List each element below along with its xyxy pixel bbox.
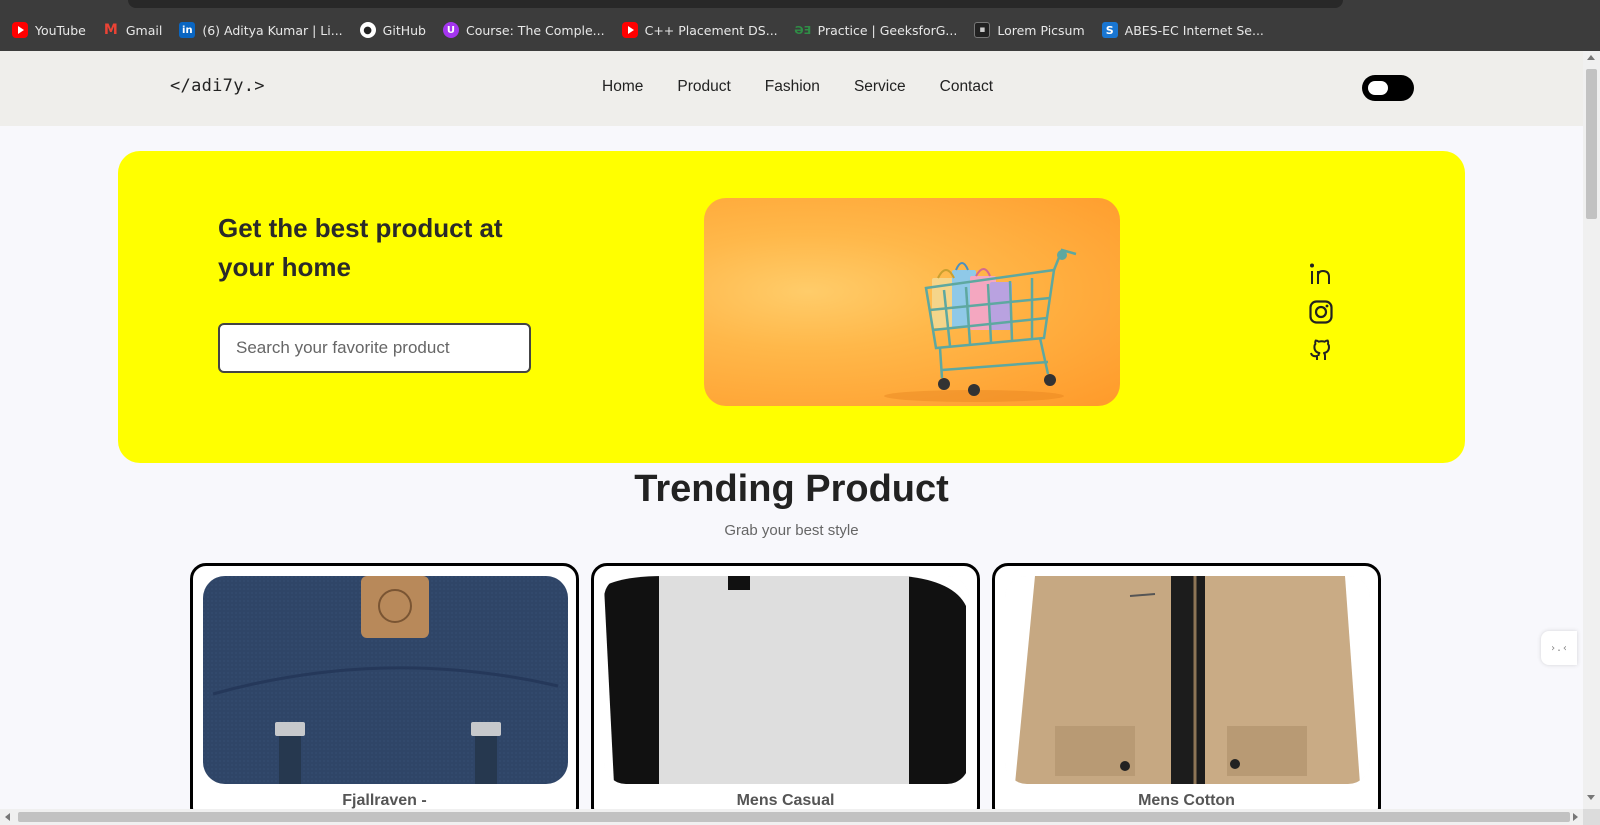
bookmark-cpp-placement[interactable]: C++ Placement DS... [621,22,778,38]
jacket-image [1005,576,1370,784]
trending-title: Trending Product [634,468,949,510]
nav-home[interactable]: Home [602,78,643,96]
github-icon: ● [359,22,376,38]
horizontal-scroll-thumb[interactable] [18,812,1570,822]
nav-service[interactable]: Service [854,78,906,96]
widget-icon: ›.‹ [1549,642,1569,654]
toggle-knob [1368,81,1388,95]
nav-product[interactable]: Product [677,78,730,96]
github-icon[interactable] [1308,337,1334,363]
shopping-cart-image [704,198,1120,406]
scroll-right-icon[interactable] [1573,813,1578,821]
scroll-left-icon[interactable] [5,813,10,821]
product-card[interactable]: Fjallraven - [190,563,579,809]
vertical-scroll-thumb[interactable] [1586,69,1597,219]
vertical-scrollbar[interactable] [1583,51,1600,809]
nav-contact[interactable]: Contact [940,78,993,96]
hero-banner: Get the best product at your home [118,151,1465,463]
bookmark-geeksforgeeks[interactable]: ƏƎ Practice | GeeksforG... [794,22,957,38]
scroll-down-icon[interactable] [1587,795,1595,800]
trending-subtitle: Grab your best style [724,522,859,539]
bookmark-lorem-picsum[interactable]: ▪ Lorem Picsum [974,22,1085,38]
youtube-icon [12,22,28,38]
abes-icon: S [1101,22,1118,38]
scroll-up-icon[interactable] [1587,55,1595,60]
youtube-icon [621,22,638,38]
linkedin-icon: in [179,22,196,38]
page-viewport: </adi7y.> Home Product Fashion Service C… [0,51,1583,809]
product-card[interactable]: Mens Casual [591,563,980,809]
address-bar[interactable] [128,0,1343,8]
bookmark-github[interactable]: ● GitHub [359,22,426,38]
theme-toggle[interactable] [1362,75,1414,101]
nav-fashion[interactable]: Fashion [765,78,820,96]
bookmark-gmail[interactable]: M Gmail [103,22,162,38]
tshirt-image [604,576,969,784]
product-search-input[interactable] [218,323,531,373]
site-logo[interactable]: </adi7y.> [170,76,265,96]
gmail-icon: M [103,22,118,38]
scrollbar-corner [1583,809,1600,825]
geeksforgeeks-icon: ƏƎ [794,23,812,37]
bookmarks-bar: YouTube M Gmail in (6) Aditya Kumar | Li..… [0,0,1600,51]
product-name: Mens Casual [736,792,835,809]
picsum-icon: ▪ [974,22,991,38]
hero-title: Get the best product at your home [218,213,503,282]
main-nav: Home Product Fashion Service Contact [602,78,1027,96]
social-links [1308,261,1334,363]
bookmark-abes[interactable]: S ABES-EC Internet Se... [1101,22,1264,38]
product-name: Mens Cotton [1138,792,1235,809]
instagram-icon[interactable] [1308,299,1334,325]
product-card[interactable]: Mens Cotton [992,563,1381,809]
site-header: </adi7y.> Home Product Fashion Service C… [0,51,1583,126]
bookmark-youtube[interactable]: YouTube [12,22,86,38]
bookmark-udemy[interactable]: U Course: The Comple... [442,22,605,38]
udemy-icon: U [442,22,459,38]
linkedin-icon[interactable] [1308,261,1334,287]
backpack-image [203,576,568,784]
floating-widget-button[interactable]: ›.‹ [1541,631,1577,665]
horizontal-scrollbar[interactable] [0,809,1583,825]
product-name: Fjallraven - [342,792,427,809]
bookmark-linkedin[interactable]: in (6) Aditya Kumar | Li... [179,22,343,38]
